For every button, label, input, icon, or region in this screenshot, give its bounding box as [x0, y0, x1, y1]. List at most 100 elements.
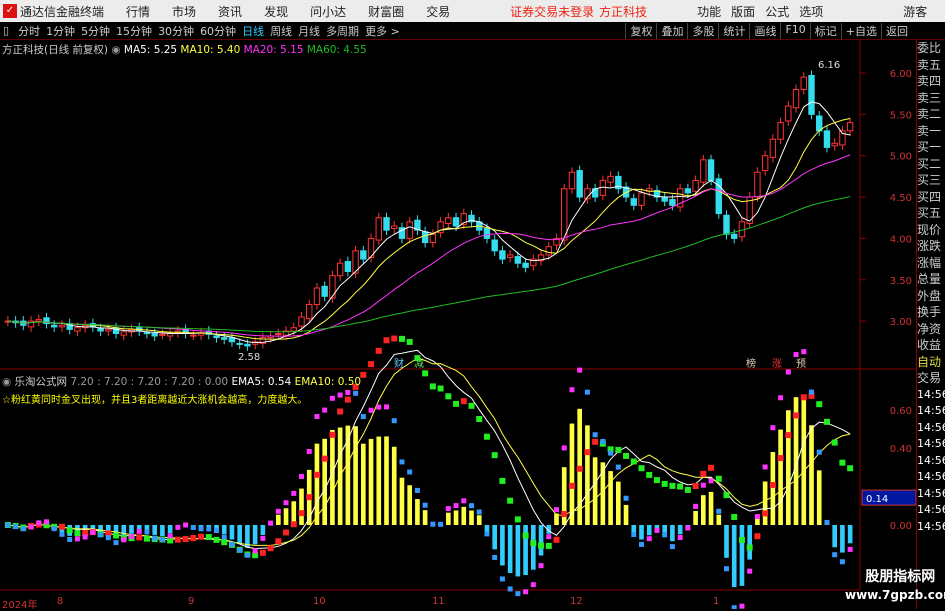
histogram-bar	[585, 425, 590, 525]
histogram-bar	[771, 452, 776, 525]
signal-square	[275, 538, 281, 544]
candle	[98, 329, 103, 331]
signal-square	[762, 510, 768, 516]
signal-square	[206, 534, 212, 540]
signal-square	[214, 537, 220, 543]
signal-dot	[585, 390, 590, 395]
quote-label: 涨跌	[917, 238, 945, 255]
candle	[276, 334, 281, 335]
candle	[376, 218, 381, 240]
histogram-bar	[523, 525, 528, 575]
signal-dot	[392, 418, 397, 423]
event-marker[interactable]: 涨	[772, 358, 782, 370]
histogram-bar	[477, 515, 482, 525]
quote-label: 14:56	[917, 420, 945, 437]
kline-chart[interactable]: 6.005.505.004.504.003.503.006.162.58财减榜涨…	[0, 0, 916, 609]
signal-square	[847, 465, 853, 471]
signal-square	[299, 510, 305, 516]
signal-square	[314, 472, 320, 478]
candle	[685, 189, 690, 193]
signal-square	[376, 348, 382, 354]
histogram-bar	[469, 511, 474, 525]
signal-dot	[191, 525, 196, 530]
signal-dot	[206, 526, 211, 531]
quote-label: 涨幅	[917, 255, 945, 272]
candle	[786, 106, 791, 121]
candle	[144, 333, 149, 334]
candle	[732, 234, 737, 238]
signal-square	[329, 432, 335, 438]
candle	[577, 171, 582, 197]
candle	[52, 325, 57, 327]
signal-dot	[330, 396, 335, 401]
event-marker[interactable]: 预	[796, 358, 806, 370]
signal-dot	[384, 404, 389, 409]
signal-dot	[809, 390, 814, 395]
candle	[337, 263, 342, 275]
histogram-bar	[639, 525, 644, 540]
signal-dot	[415, 488, 420, 493]
quote-label: 净资	[917, 321, 945, 338]
signal-square	[623, 453, 629, 459]
signal-square	[183, 536, 189, 542]
candle	[392, 226, 397, 228]
candle	[762, 156, 767, 171]
signal-square	[662, 481, 668, 487]
quote-label: 买五	[917, 205, 945, 222]
indicator-tick: 0.00	[890, 521, 912, 532]
signal-dot	[554, 507, 559, 512]
price-tick: 4.50	[890, 193, 912, 204]
signal-square	[693, 483, 699, 489]
signal-square	[260, 550, 266, 556]
quote-label: 买二	[917, 156, 945, 173]
signal-dot	[121, 537, 126, 542]
candle	[701, 160, 706, 182]
candle	[824, 131, 829, 148]
signal-square	[469, 403, 475, 409]
candle	[507, 255, 512, 257]
candle	[608, 176, 613, 182]
signal-square	[793, 412, 799, 418]
signal-dot	[739, 604, 744, 609]
signal-square	[530, 540, 536, 546]
signal-square	[577, 466, 583, 472]
signal-dot	[168, 533, 173, 538]
event-marker[interactable]: 榜	[746, 357, 756, 370]
signal-dot	[824, 520, 829, 525]
candle	[832, 143, 837, 145]
signal-dot	[430, 522, 435, 527]
quote-label: 卖二	[917, 106, 945, 123]
signal-square	[816, 401, 822, 407]
candle	[152, 334, 157, 336]
candle	[322, 286, 327, 296]
signal-dot	[817, 450, 822, 455]
month-label: 8	[57, 596, 63, 607]
signal-square	[801, 394, 807, 400]
signal-square	[360, 372, 366, 378]
month-label: 9	[188, 596, 194, 607]
signal-square	[778, 455, 784, 461]
histogram-bar	[755, 519, 760, 525]
candle	[809, 75, 814, 114]
indicator-tick: 0.60	[890, 406, 912, 417]
signal-square	[414, 355, 420, 361]
candle	[222, 338, 227, 340]
signal-square	[391, 336, 397, 342]
signal-dot	[423, 503, 428, 508]
settings-icon[interactable]: ◉	[2, 376, 11, 388]
histogram-bar	[740, 525, 745, 586]
signal-dot	[770, 425, 775, 430]
candle	[778, 123, 783, 140]
signal-square	[554, 537, 560, 543]
candle	[430, 234, 435, 242]
signal-square	[685, 487, 691, 493]
signal-dot	[268, 521, 273, 526]
histogram-bar	[392, 447, 397, 525]
quote-label: 卖五	[917, 57, 945, 74]
high-label: 6.16	[818, 60, 840, 71]
candle	[345, 262, 350, 272]
price-tick: 6.00	[890, 69, 912, 80]
quote-label: 14:56	[917, 486, 945, 503]
histogram-bar	[423, 510, 428, 525]
signal-square	[631, 458, 637, 464]
